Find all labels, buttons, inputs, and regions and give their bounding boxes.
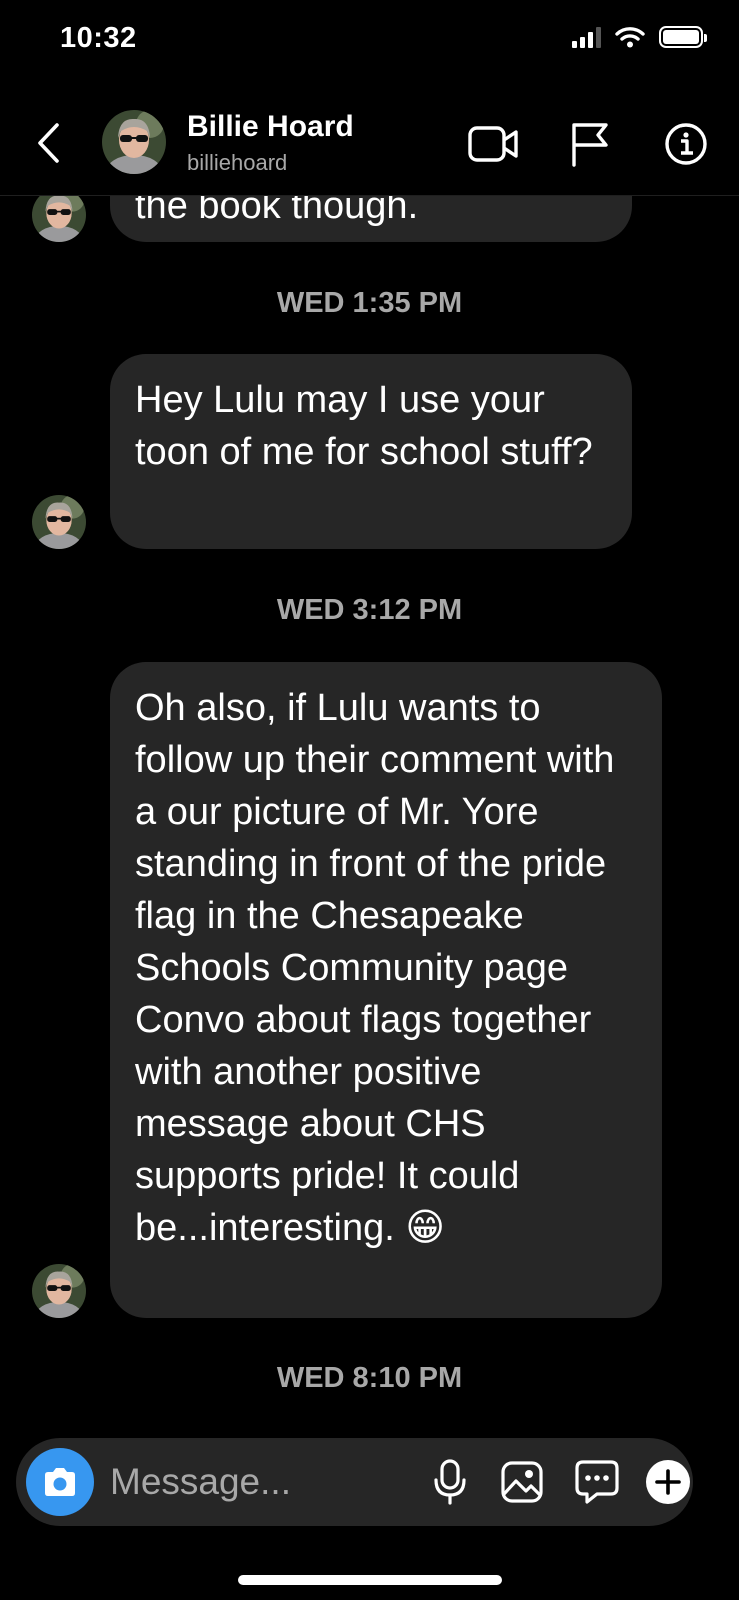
microphone-icon (434, 1459, 466, 1505)
gallery-button[interactable] (496, 1456, 548, 1508)
more-options-button[interactable] (642, 1456, 694, 1508)
status-bar: 10:32 (0, 0, 739, 90)
contact-handle[interactable]: billiehoard (187, 150, 287, 176)
dm-thread-screen: 10:32 the book though. WED 1:35 PM Hey L… (0, 0, 739, 1600)
timestamp: WED 1:35 PM (276, 287, 463, 319)
avatar[interactable] (32, 495, 86, 549)
flag-icon (572, 123, 608, 167)
avatar[interactable] (32, 188, 86, 242)
avatar[interactable] (32, 1264, 86, 1318)
home-indicator[interactable] (238, 1575, 502, 1585)
sticker-icon (575, 1460, 619, 1504)
contact-name[interactable]: Billie Hoard (187, 110, 354, 144)
camera-icon (45, 1468, 75, 1496)
message-bubble[interactable]: Hey Lulu may I use your toon of me for s… (110, 354, 632, 549)
status-time: 10:32 (60, 22, 137, 54)
report-button[interactable] (562, 116, 618, 172)
wifi-icon (615, 27, 645, 48)
timestamp: WED 8:10 PM (276, 1362, 463, 1394)
back-button[interactable] (28, 118, 68, 168)
battery-icon (659, 26, 707, 48)
contact-avatar[interactable] (102, 110, 166, 174)
timestamp: WED 3:12 PM (276, 594, 463, 626)
message-composer (16, 1438, 693, 1526)
info-button[interactable] (658, 116, 714, 172)
message-bubble[interactable]: Oh also, if Lulu wants to follow up thei… (110, 662, 662, 1318)
voice-message-button[interactable] (424, 1456, 476, 1508)
message-input[interactable] (110, 1454, 410, 1510)
cellular-signal-icon (572, 26, 601, 48)
gallery-icon (501, 1461, 543, 1503)
plus-icon (646, 1460, 690, 1504)
chat-header: Billie Hoard billiehoard (0, 96, 739, 196)
info-icon (665, 123, 707, 165)
camera-button[interactable] (26, 1448, 94, 1516)
message-text: Oh also, if Lulu wants to follow up thei… (135, 687, 615, 1249)
sticker-button[interactable] (571, 1456, 623, 1508)
status-icons (572, 26, 707, 48)
video-call-icon (468, 126, 518, 162)
message-text: Hey Lulu may I use your toon of me for s… (135, 379, 593, 473)
video-call-button[interactable] (466, 116, 522, 172)
chevron-left-icon (38, 123, 59, 163)
